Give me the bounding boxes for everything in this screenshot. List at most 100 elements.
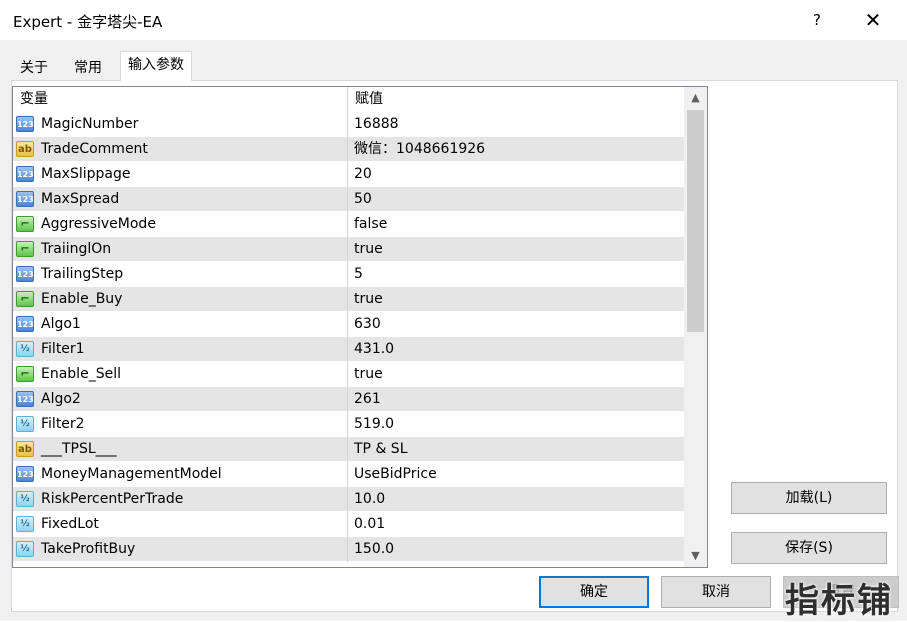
variable-cell: 123 MagicNumber	[13, 112, 348, 137]
double-type-icon: ½	[16, 541, 34, 557]
value-cell[interactable]: true	[348, 237, 684, 262]
string-type-icon: ab	[16, 441, 34, 457]
variable-cell: ab ___TPSL___	[13, 437, 348, 462]
variable-cell: ½ FixedLot	[13, 512, 348, 537]
variable-name: Algo2	[41, 391, 81, 407]
value-cell[interactable]: 50	[348, 187, 684, 212]
variable-name: TraiinglOn	[41, 241, 112, 257]
tab-common[interactable]: 常用	[67, 56, 109, 80]
table-row[interactable]: 123 TrailingStep 5	[13, 262, 684, 287]
table-row[interactable]: 123 MagicNumber 16888	[13, 112, 684, 137]
variable-cell: ab TradeComment	[13, 137, 348, 162]
variable-cell: 123 Algo1	[13, 312, 348, 337]
table-row[interactable]: 123 Algo1 630	[13, 312, 684, 337]
variable-cell: ⌐ Enable_Buy	[13, 287, 348, 312]
variable-cell: 123 Algo2	[13, 387, 348, 412]
watermark-logo: 指标铺	[785, 581, 893, 621]
variable-name: ___TPSL___	[41, 441, 117, 457]
value-cell[interactable]: 5	[348, 262, 684, 287]
value-cell[interactable]: 519.0	[348, 412, 684, 437]
integer-type-icon: 123	[16, 116, 34, 132]
variable-name: FixedLot	[41, 516, 99, 532]
boolean-type-icon: ⌐	[16, 216, 34, 232]
value-cell[interactable]: 微信：1048661926	[348, 137, 684, 162]
table-row[interactable]: ab ___TPSL___ TP & SL	[13, 437, 684, 462]
table-row[interactable]: ½ TakeProfitBuy 150.0	[13, 537, 684, 562]
variable-cell: ⌐ TraiinglOn	[13, 237, 348, 262]
value-cell[interactable]: 630	[348, 312, 684, 337]
scroll-thumb[interactable]	[687, 110, 704, 332]
table-row[interactable]: ⌐ Enable_Buy true	[13, 287, 684, 312]
variable-name: TradeComment	[41, 141, 148, 157]
table-row[interactable]: ½ FixedLot 0.01	[13, 512, 684, 537]
value-cell[interactable]: 0.01	[348, 512, 684, 537]
close-button[interactable]: ✕	[860, 8, 886, 32]
string-type-icon: ab	[16, 141, 34, 157]
tab-about[interactable]: 关于	[13, 56, 55, 80]
variable-cell: 123 MaxSlippage	[13, 162, 348, 187]
table-row[interactable]: ⌐ AggressiveMode false	[13, 212, 684, 237]
vertical-scrollbar[interactable]: ▲ ▼	[684, 87, 707, 567]
variable-name: MoneyManagementModel	[41, 466, 222, 482]
variable-cell: ½ Filter2	[13, 412, 348, 437]
value-cell[interactable]: TP & SL	[348, 437, 684, 462]
value-cell[interactable]: true	[348, 287, 684, 312]
title-bar: Expert - 金字塔尖-EA ? ✕	[0, 0, 907, 40]
variable-name: RiskPercentPerTrade	[41, 491, 184, 507]
integer-type-icon: 123	[16, 391, 34, 407]
value-cell[interactable]: 16888	[348, 112, 684, 137]
value-cell[interactable]: 150.0	[348, 537, 684, 562]
cancel-button[interactable]: 取消	[661, 576, 771, 608]
table-row[interactable]: ⌐ TraiinglOn true	[13, 237, 684, 262]
integer-type-icon: 123	[16, 166, 34, 182]
value-cell[interactable]: 20	[348, 162, 684, 187]
variable-name: TrailingStep	[41, 266, 124, 282]
table-row[interactable]: ½ Filter1 431.0	[13, 337, 684, 362]
value-cell[interactable]: true	[348, 362, 684, 387]
dialog-body: 关于 常用 输入参数 变量 赋值 123 MagicNumber 16888 ab Tr…	[0, 40, 907, 621]
save-button[interactable]: 保存(S)	[731, 532, 887, 564]
variable-cell: ⌐ AggressiveMode	[13, 212, 348, 237]
variable-cell: 123 MoneyManagementModel	[13, 462, 348, 487]
table-row[interactable]: ab TradeComment 微信：1048661926	[13, 137, 684, 162]
variable-name: TakeProfitBuy	[41, 541, 136, 557]
variable-name: Algo1	[41, 316, 81, 332]
integer-type-icon: 123	[16, 316, 34, 332]
table-row[interactable]: ½ Filter2 519.0	[13, 412, 684, 437]
variable-name: MaxSpread	[41, 191, 120, 207]
column-header-variable[interactable]: 变量	[13, 87, 348, 112]
variable-cell: 123 MaxSpread	[13, 187, 348, 212]
value-cell[interactable]: 10.0	[348, 487, 684, 512]
value-cell[interactable]: 431.0	[348, 337, 684, 362]
load-button[interactable]: 加载(L)	[731, 482, 887, 514]
variable-name: AggressiveMode	[41, 216, 156, 232]
grid-header: 变量 赋值	[13, 87, 684, 113]
variable-name: Enable_Sell	[41, 366, 121, 382]
table-row[interactable]: 123 MoneyManagementModel UseBidPrice	[13, 462, 684, 487]
variable-name: MagicNumber	[41, 116, 139, 132]
value-cell[interactable]: false	[348, 212, 684, 237]
variable-cell: 123 TrailingStep	[13, 262, 348, 287]
ok-button[interactable]: 确定	[539, 576, 649, 608]
scroll-down-icon[interactable]: ▼	[684, 545, 707, 567]
integer-type-icon: 123	[16, 191, 34, 207]
double-type-icon: ½	[16, 416, 34, 432]
variable-cell: ⌐ Enable_Sell	[13, 362, 348, 387]
boolean-type-icon: ⌐	[16, 291, 34, 307]
column-header-value[interactable]: 赋值	[348, 87, 684, 112]
table-row[interactable]: 123 MaxSlippage 20	[13, 162, 684, 187]
value-cell[interactable]: UseBidPrice	[348, 462, 684, 487]
table-row[interactable]: 123 MaxSpread 50	[13, 187, 684, 212]
table-row[interactable]: 123 Algo2 261	[13, 387, 684, 412]
help-button[interactable]: ?	[806, 8, 828, 32]
table-row[interactable]: ½ RiskPercentPerTrade 10.0	[13, 487, 684, 512]
double-type-icon: ½	[16, 491, 34, 507]
double-type-icon: ½	[16, 516, 34, 532]
boolean-type-icon: ⌐	[16, 241, 34, 257]
parameters-grid: 变量 赋值 123 MagicNumber 16888 ab TradeComment 微…	[12, 86, 708, 568]
scroll-up-icon[interactable]: ▲	[684, 87, 707, 109]
tab-inputs[interactable]: 输入参数	[120, 51, 192, 81]
table-row[interactable]: ⌐ Enable_Sell true	[13, 362, 684, 387]
variable-cell: ½ RiskPercentPerTrade	[13, 487, 348, 512]
value-cell[interactable]: 261	[348, 387, 684, 412]
